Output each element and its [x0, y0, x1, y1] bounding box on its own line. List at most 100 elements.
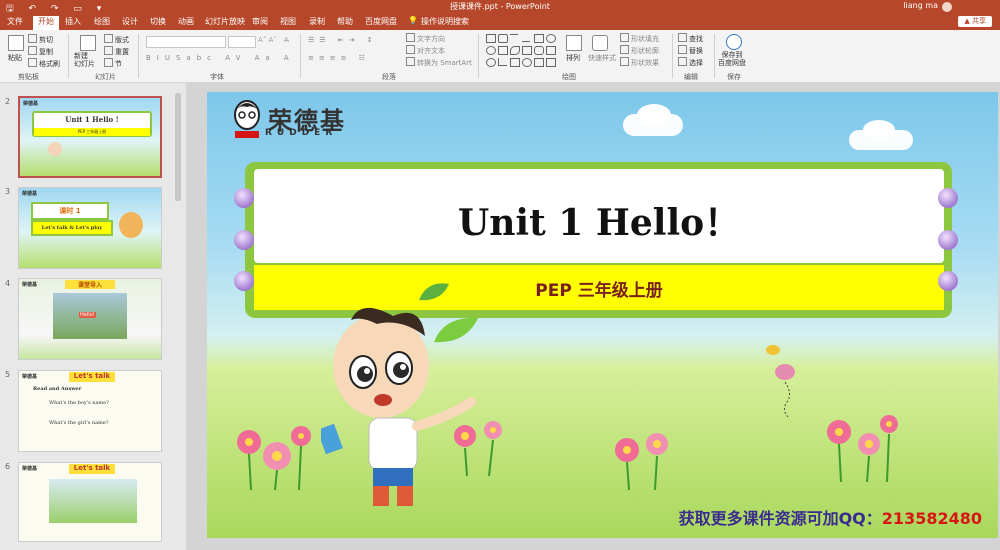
quick-styles-button[interactable]: 快速样式 — [588, 53, 616, 63]
group-divider — [138, 34, 139, 78]
slide-thumbnail-4[interactable]: 荣德基 课堂导入 Hello! — [18, 278, 162, 360]
align-text-button[interactable]: 对齐文本 — [406, 45, 445, 56]
find-button[interactable]: 查找 — [678, 33, 703, 44]
thumb-title: 课时 1 — [31, 202, 109, 220]
tab-slideshow[interactable]: 幻灯片放映 — [205, 16, 245, 27]
tell-me-search[interactable]: 操作说明搜索 — [421, 16, 469, 27]
smartart-button[interactable]: 转换为 SmartArt — [406, 57, 472, 68]
heart-shape-icon[interactable] — [486, 58, 496, 67]
slide-thumbnail-3[interactable]: 荣德基 课时 1 Let's talk & Let's play — [18, 187, 162, 269]
fill-icon — [620, 33, 629, 42]
thumb-subtitle: Let's talk & Let's play — [31, 220, 113, 236]
editing-group-label: 编辑 — [684, 73, 698, 81]
shape-effects-button[interactable]: 形状效果 — [620, 57, 659, 68]
textbox-shape-icon[interactable] — [498, 34, 508, 43]
font-size-buttons[interactable]: A˄ A˅ — [258, 36, 277, 44]
tab-draw[interactable]: 绘图 — [94, 16, 110, 27]
rounded-rect-shape-icon[interactable] — [534, 46, 544, 55]
new-slide-button[interactable]: 新建 幻灯片 — [74, 52, 95, 68]
text-direction-button[interactable]: 文字方向 — [406, 33, 445, 44]
align-text-label: 对齐文本 — [417, 47, 445, 55]
rectangle-shape-icon[interactable] — [534, 34, 544, 43]
copy-button[interactable]: 复制 — [28, 46, 53, 57]
purple-bead — [234, 188, 254, 208]
oval-shape-icon[interactable] — [486, 46, 496, 55]
tab-review[interactable]: 审阅 — [252, 16, 268, 27]
rectangle-shape-icon[interactable] — [486, 34, 496, 43]
clear-format-button[interactable]: A̶ — [284, 36, 289, 44]
slide-thumbnail-5[interactable]: 荣德基 Let's talk Read and Answer What's th… — [18, 370, 162, 452]
cut-button[interactable]: 剪切 — [28, 34, 53, 45]
font-name-select[interactable] — [146, 36, 226, 48]
replace-button[interactable]: 替换 — [678, 45, 703, 56]
current-slide[interactable]: 荣德基 RUDDER Unit 1 Hello！ PEP 三年级上册 获取更多课… — [207, 92, 998, 538]
more-shapes-icon[interactable] — [546, 58, 556, 67]
save-to-baidu-button[interactable]: 保存到 百度网盘 — [718, 51, 746, 67]
slide-thumbnail-6[interactable]: 荣德基 Let's talk — [18, 462, 162, 542]
promo-qq-number: 213582480 — [881, 509, 982, 528]
thumb-line: What's the girl's name? — [49, 420, 109, 426]
section-button[interactable]: 节 — [104, 58, 122, 69]
align-buttons[interactable]: ≡≡≡≡ ☷ — [308, 54, 370, 62]
tab-help[interactable]: 帮助 — [337, 16, 353, 27]
lightbulb-icon: 💡 — [408, 16, 418, 25]
line-shape-icon[interactable] — [510, 34, 518, 42]
pink-flowers-decoration — [615, 433, 668, 491]
reset-icon — [104, 46, 113, 55]
tab-design[interactable]: 设计 — [122, 16, 138, 27]
tab-baidu[interactable]: 百度网盘 — [365, 16, 397, 27]
thumbnail-scrollbar[interactable] — [175, 93, 181, 201]
clipboard-group-label: 剪贴板 — [18, 73, 39, 81]
tab-view[interactable]: 视图 — [280, 16, 296, 27]
cartoon-boy-figure — [48, 142, 62, 156]
smartart-icon — [406, 57, 415, 66]
share-button[interactable]: ▲ 共享 — [958, 16, 992, 27]
format-painter-button[interactable]: 格式刷 — [28, 58, 60, 69]
shape-effects-label: 形状效果 — [631, 59, 659, 67]
avatar[interactable] — [942, 2, 952, 12]
slide-subtitle[interactable]: PEP 三年级上册 — [254, 276, 944, 301]
font-style-buttons[interactable]: BIUSabc AV Aa A — [146, 54, 295, 62]
purple-bead — [938, 271, 958, 291]
oval-shape-icon[interactable] — [546, 34, 556, 43]
paste-icon[interactable] — [8, 35, 24, 51]
tab-animations[interactable]: 动画 — [178, 16, 194, 27]
user-name[interactable]: liang ma — [903, 1, 938, 10]
arrange-button[interactable]: 排列 — [566, 53, 580, 63]
thumb-header: 荣德基 — [22, 191, 38, 197]
rectangle-shape-icon[interactable] — [498, 46, 508, 55]
bracket-shape-icon[interactable] — [534, 58, 544, 67]
slide-title[interactable]: Unit 1 Hello！ — [254, 194, 944, 246]
shape-fill-button[interactable]: 形状填充 — [620, 33, 659, 44]
brace-shape-icon[interactable] — [510, 58, 520, 67]
slide-thumbnail-2[interactable]: 荣德基 Unit 1 Hello ! PEP 三年级上册 — [18, 96, 162, 178]
baidu-cloud-icon[interactable] — [726, 34, 742, 50]
font-size-select[interactable] — [228, 36, 256, 48]
star-shape-icon[interactable] — [546, 46, 556, 55]
layout-button[interactable]: 版式 — [104, 34, 129, 45]
thumb-line: What's the boy's name? — [49, 400, 109, 406]
document-title: 授课课件.ppt - PowerPoint — [450, 2, 550, 11]
thumb-number: 5 — [5, 370, 11, 379]
thumb-header: 荣德基 — [23, 101, 39, 107]
brush-icon — [28, 58, 37, 67]
paste-button[interactable]: 粘贴 — [8, 53, 22, 63]
new-slide-icon[interactable] — [80, 35, 96, 51]
reset-button[interactable]: 重置 — [104, 46, 129, 57]
arrange-icon[interactable] — [566, 35, 582, 51]
quick-styles-icon[interactable] — [592, 35, 608, 51]
purple-bead — [234, 230, 254, 250]
arrow-shape-icon[interactable] — [510, 46, 520, 55]
curve-shape-icon[interactable] — [498, 58, 507, 66]
shape-outline-button[interactable]: 形状轮廓 — [620, 45, 659, 56]
tab-home[interactable]: 开始 — [33, 16, 59, 30]
line-shape-icon[interactable] — [522, 34, 530, 42]
tab-file[interactable]: 文件 — [7, 16, 23, 27]
tab-record[interactable]: 录制 — [309, 16, 325, 27]
list-buttons[interactable]: ☰☰ ⇤⇥ ↕ — [308, 36, 378, 44]
arrow-shape-icon[interactable] — [522, 46, 532, 55]
select-button[interactable]: 选择 — [678, 57, 703, 68]
tab-insert[interactable]: 插入 — [65, 16, 81, 27]
tab-transitions[interactable]: 切换 — [150, 16, 166, 27]
moon-shape-icon[interactable] — [522, 58, 532, 67]
